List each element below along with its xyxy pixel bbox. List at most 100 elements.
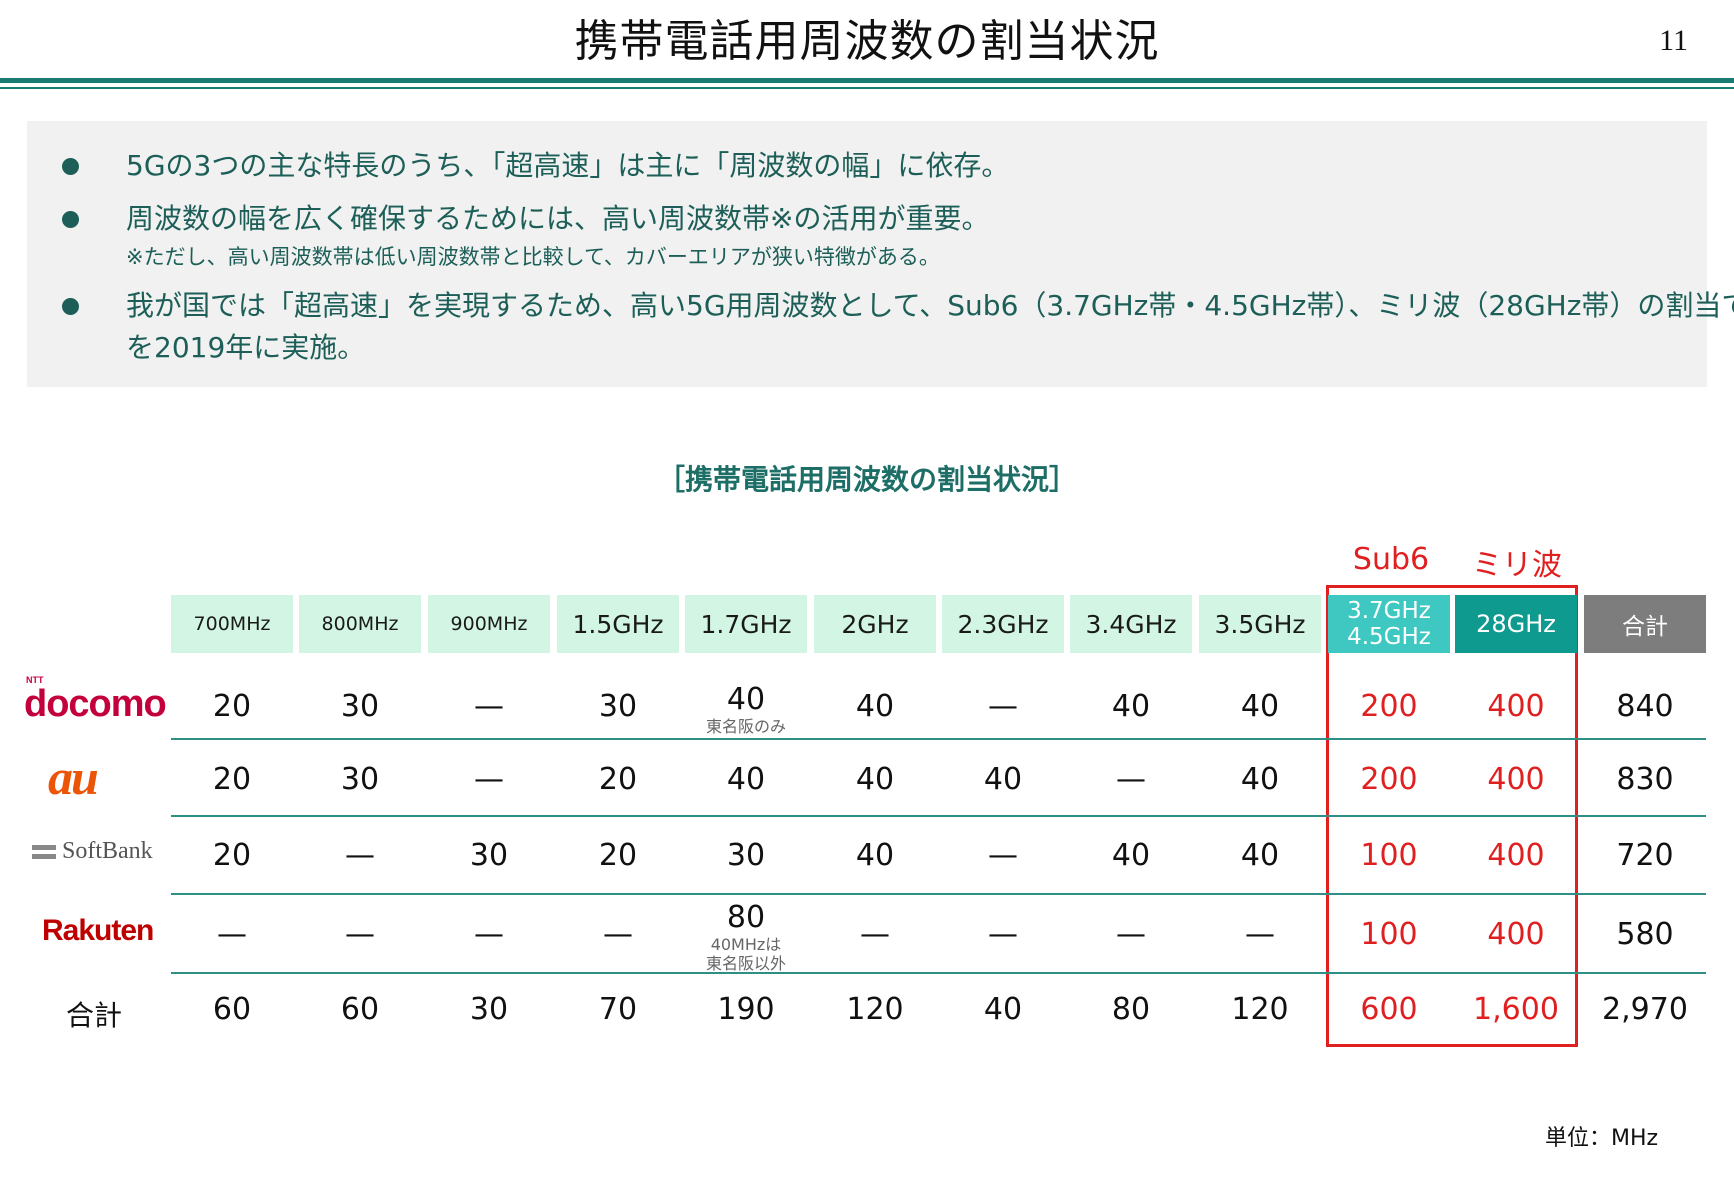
cell-value: 40 [726, 682, 766, 717]
row-divider [171, 972, 1706, 974]
page-title: 携帯電話用周波数の割当状況 [574, 16, 1160, 67]
table-cell: — [345, 917, 375, 952]
table-cell: — [474, 689, 504, 724]
table-cell: 400 [1487, 838, 1545, 873]
bullet-text: を2019年に実施。 [126, 331, 366, 364]
docomo-wordmark: docomo [24, 683, 167, 725]
table-cell: 40 [1240, 762, 1280, 797]
row-label-total: 合計 [65, 999, 122, 1032]
table-cell: 40 東名阪のみ [685, 682, 807, 736]
unit-note: 単位：MHz [1545, 1126, 1659, 1151]
table-cell-total: 40 [983, 992, 1023, 1027]
bullet-text: 5Gの3つの主な特長のうち、「超高速」は主に「周波数の幅」に依存。 [126, 149, 1010, 182]
table-cell-total: 60 [212, 992, 252, 1027]
table-cell: — [603, 917, 633, 952]
table-cell-total: 600 [1360, 992, 1418, 1027]
col-header-1-5ghz: 1.5GHz [557, 595, 679, 653]
table-cell: 40 [726, 762, 766, 797]
mmwave-label: ミリ波 [1472, 548, 1562, 583]
table-cell-total: 2,970 [1602, 992, 1688, 1027]
table-cell: 100 [1360, 838, 1418, 873]
table-cell: 400 [1487, 762, 1545, 797]
sub6-label: Sub6 [1352, 542, 1430, 577]
table-cell: 200 [1360, 689, 1418, 724]
col-header-1-7ghz: 1.7GHz [685, 595, 807, 653]
cell-note: 東名阪以外 [705, 954, 786, 973]
table-cell: 40 [1111, 838, 1151, 873]
row-divider [171, 893, 1706, 895]
table-cell: 30 [340, 689, 380, 724]
table-cell: 40 [1111, 689, 1151, 724]
col-header-4-5ghz: 4.5GHz [1347, 624, 1431, 650]
softbank-wordmark: SoftBank [62, 838, 153, 864]
table-cell-total: 60 [340, 992, 380, 1027]
softbank-bars-icon [32, 845, 56, 860]
table-cell: 80 40MHzは 東名阪以外 [685, 900, 807, 973]
cell-value: 80 [726, 900, 766, 935]
table-cell: 830 [1616, 762, 1674, 797]
table-cell: — [345, 838, 375, 873]
col-header-2-3ghz: 2.3GHz [942, 595, 1064, 653]
bullet-dot-icon [62, 298, 79, 315]
col-header-900mhz: 900MHz [428, 595, 550, 653]
cell-note: 40MHzは [710, 935, 782, 954]
table-cell: 30 [340, 762, 380, 797]
table-cell-total: 190 [717, 992, 775, 1027]
rakuten-logo: Rakuten [42, 914, 154, 947]
bullet-dot-icon [62, 158, 79, 175]
table-cell-total: 120 [846, 992, 904, 1027]
table-cell: — [474, 917, 504, 952]
col-header-sub6: 3.7GHz 4.5GHz [1328, 595, 1450, 653]
table-cell: 720 [1616, 838, 1674, 873]
table-cell: 20 [598, 838, 638, 873]
summary-box: 5Gの3つの主な特長のうち、「超高速」は主に「周波数の幅」に依存。 周波数の幅を… [27, 121, 1734, 387]
table-cell: 200 [1360, 762, 1418, 797]
col-header-700mhz: 700MHz [171, 595, 293, 653]
table-cell: 580 [1616, 917, 1674, 952]
table-cell: 20 [212, 838, 252, 873]
table-cell: 40 [855, 838, 895, 873]
cell-note: 東名阪のみ [705, 717, 786, 736]
table-cell-total: 120 [1231, 992, 1289, 1027]
table-cell: 30 [726, 838, 766, 873]
col-header-3-4ghz: 3.4GHz [1070, 595, 1192, 653]
table-cell: — [860, 917, 890, 952]
table-cell: 100 [1360, 917, 1418, 952]
row-divider [171, 815, 1706, 817]
table-title: ［携帯電話用周波数の割当状況］ [656, 463, 1077, 496]
col-header-28ghz: 28GHz [1455, 595, 1577, 653]
bullet-text: 周波数の幅を広く確保するためには、高い周波数帯※の活用が重要。 [126, 202, 990, 235]
bullet-dot-icon [62, 211, 79, 228]
page-number: 11 [1659, 24, 1688, 57]
table-cell: — [988, 917, 1018, 952]
col-header-800mhz: 800MHz [299, 595, 421, 653]
col-header-3-7ghz: 3.7GHz [1347, 598, 1431, 624]
title-divider-thin [0, 87, 1734, 89]
bullet-footnote: ※ただし、高い周波数帯は低い周波数帯と比較して、カバーエリアが狭い特徴がある。 [126, 245, 940, 269]
table-cell: 20 [598, 762, 638, 797]
col-header-total: 合計 [1584, 595, 1706, 653]
docomo-logo: NTT docomo [24, 675, 167, 726]
table-cell: 400 [1487, 917, 1545, 952]
table-cell-total: 80 [1111, 992, 1151, 1027]
softbank-logo: SoftBank [32, 838, 153, 865]
table-cell: — [988, 689, 1018, 724]
col-header-3-5ghz: 3.5GHz [1199, 595, 1321, 653]
table-cell-total: 1,600 [1473, 992, 1559, 1027]
ntt-mark: NTT [26, 675, 44, 685]
table-cell: — [217, 917, 247, 952]
table-cell: 40 [855, 689, 895, 724]
bullet-text: 我が国では「超高速」を実現するため、高い5G用周波数として、Sub6（3.7GH… [126, 289, 1734, 322]
table-cell: — [1116, 762, 1146, 797]
table-cell: — [1245, 917, 1275, 952]
table-cell: 40 [855, 762, 895, 797]
col-header-2ghz: 2GHz [814, 595, 936, 653]
table-cell: — [1116, 917, 1146, 952]
title-divider [0, 78, 1734, 83]
table-cell: 30 [598, 689, 638, 724]
table-cell: 40 [1240, 689, 1280, 724]
table-cell: 400 [1487, 689, 1545, 724]
table-cell: 40 [983, 762, 1023, 797]
table-cell: — [474, 762, 504, 797]
table-cell: 30 [469, 838, 509, 873]
